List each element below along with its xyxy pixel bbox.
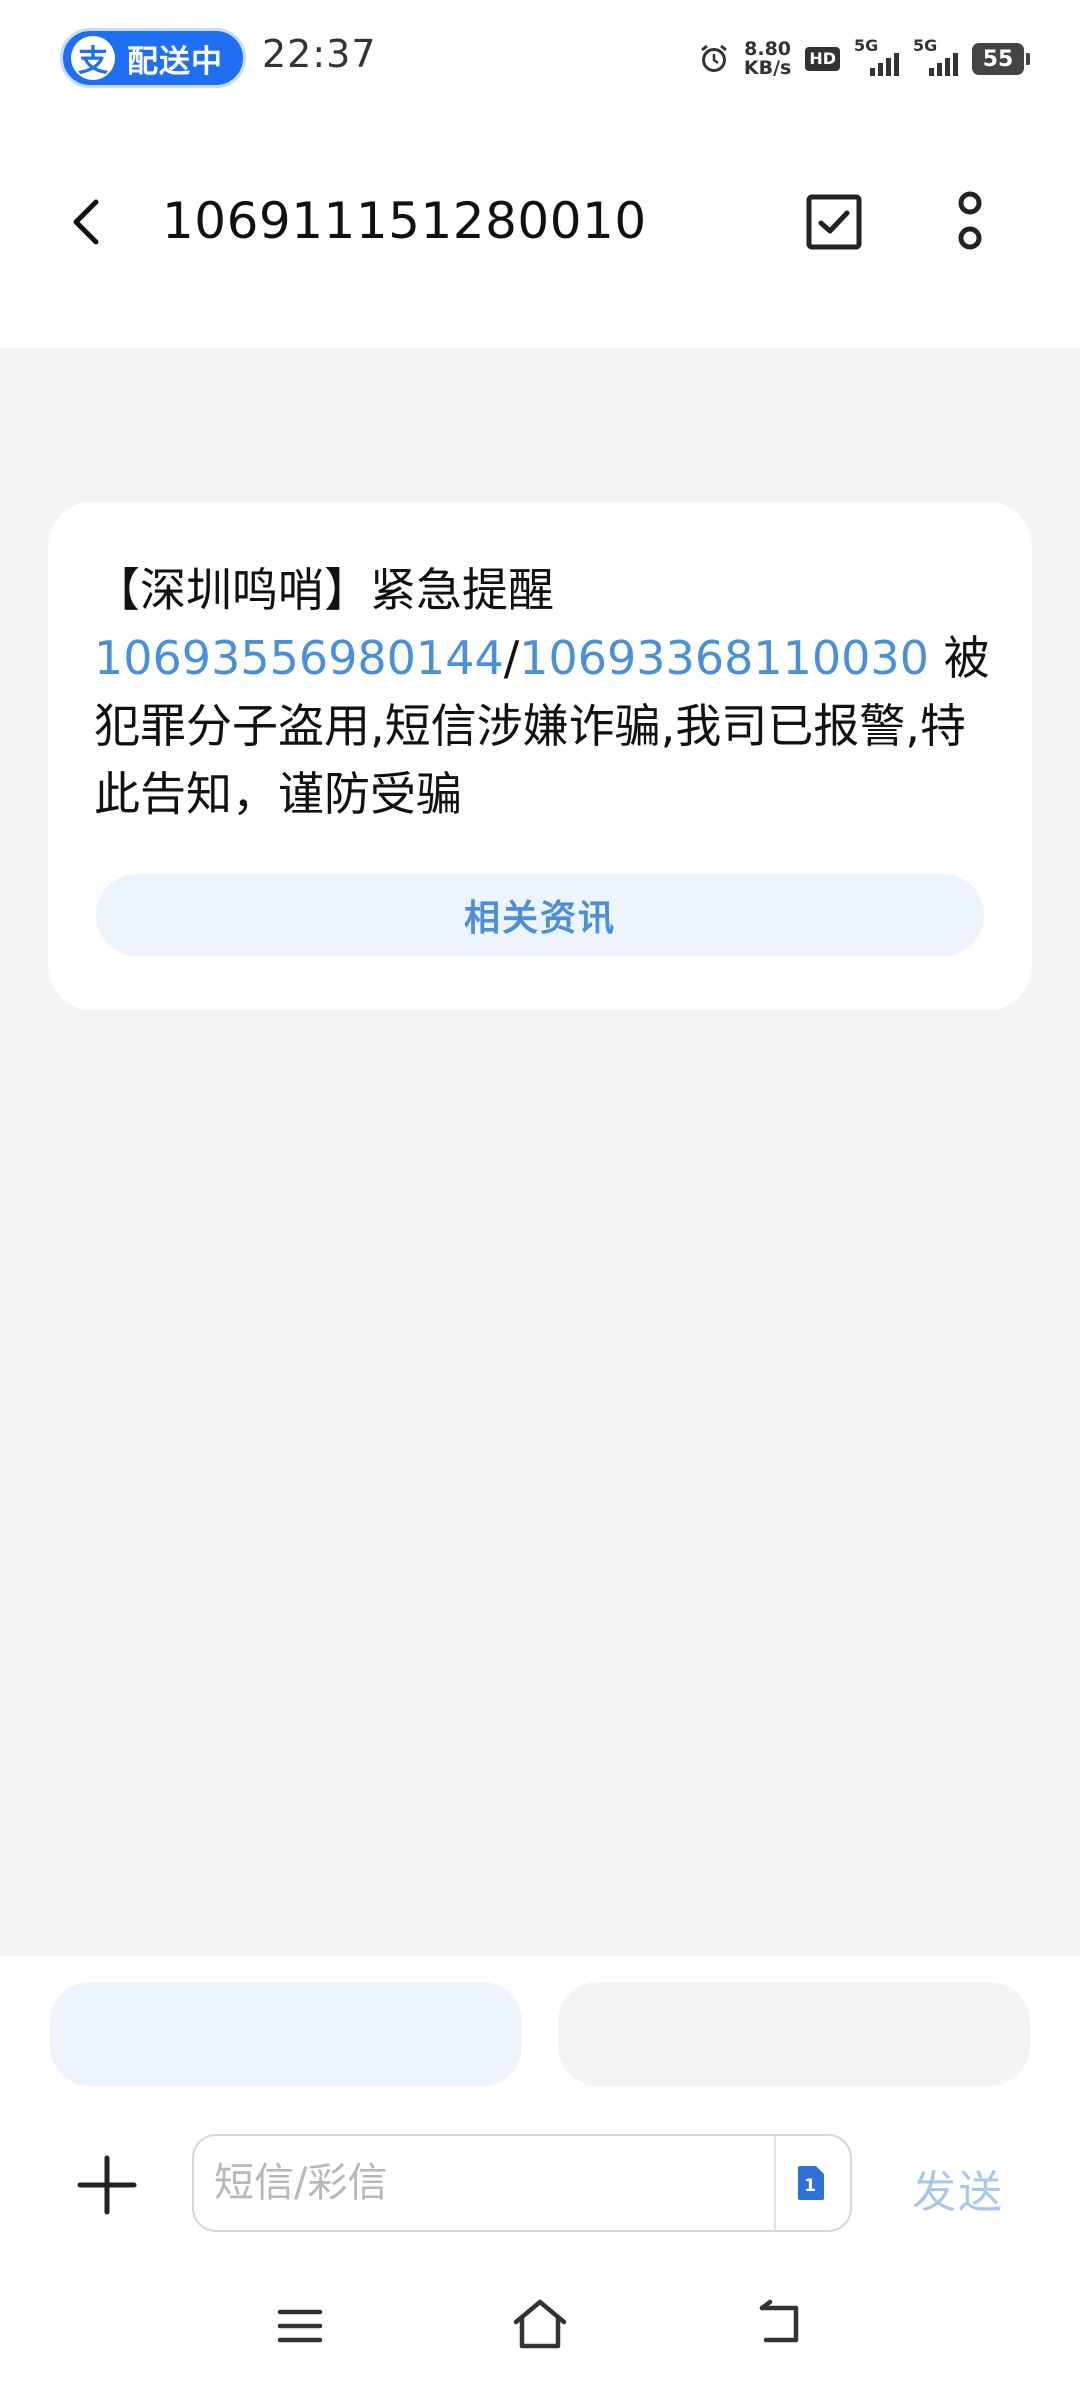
network-type-label: 5G (854, 36, 879, 55)
sim-card-selector[interactable]: 1 (796, 2164, 826, 2202)
more-options-button[interactable] (950, 188, 990, 254)
message-text: 【深圳鸣哨】紧急提醒 10693556980144/10693368110030… (94, 556, 994, 828)
related-info-button[interactable]: 相关资讯 (96, 874, 984, 956)
home-icon (513, 2299, 567, 2349)
chevron-left-icon (73, 199, 99, 245)
phone-number-link[interactable]: 10693368110030 (519, 631, 929, 685)
status-time: 22:37 (262, 32, 377, 76)
sim-slot-number: 1 (804, 2176, 816, 2196)
signal-sim2-icon: 5G (913, 36, 958, 76)
nav-home-button[interactable] (510, 2296, 570, 2352)
send-button[interactable]: 发送 (912, 2156, 1004, 2220)
select-messages-button[interactable] (804, 192, 864, 252)
status-bar: 支 配送中 22:37 8.80 KB/s HD 5G 5G 55 (0, 0, 1080, 116)
quick-reply-chip[interactable] (50, 1982, 522, 2086)
sim-card-icon: 1 (798, 2166, 824, 2200)
network-speed: 8.80 KB/s (744, 40, 791, 78)
battery-icon: 55 (972, 43, 1030, 75)
message-separator: / (503, 631, 520, 685)
plus-icon (77, 2155, 137, 2215)
menu-icon (277, 2309, 323, 2343)
more-vertical-icon (958, 191, 982, 250)
network-speed-unit: KB/s (743, 57, 792, 79)
hd-volte-icon: HD (805, 47, 840, 71)
message-input-box[interactable]: 1 (192, 2134, 852, 2232)
system-icons: 8.80 KB/s HD 5G 5G 55 (698, 34, 1030, 84)
checkbox-icon (806, 194, 862, 250)
alarm-icon (698, 43, 730, 75)
nav-back-button[interactable] (754, 2298, 804, 2348)
alipay-icon: 支 (71, 36, 115, 80)
delivery-status-text: 配送中 (127, 43, 223, 80)
quick-reply-chip[interactable] (558, 1982, 1030, 2086)
conversation-header: 106911151280010 (0, 116, 1080, 348)
message-input[interactable] (214, 2136, 754, 2230)
phone-number-link[interactable]: 10693556980144 (94, 631, 504, 685)
message-prefix: 【深圳鸣哨】紧急提醒 (94, 563, 554, 617)
network-type-label: 5G (913, 36, 938, 55)
delivery-status-pill[interactable]: 支 配送中 (60, 28, 246, 88)
nav-recents-button[interactable] (276, 2306, 324, 2346)
input-divider (774, 2136, 776, 2230)
attach-button[interactable] (76, 2154, 138, 2216)
back-button[interactable] (60, 194, 116, 250)
conversation-title: 106911151280010 (162, 192, 647, 250)
back-arrow-icon (759, 2299, 799, 2343)
composer-area: 1 发送 (0, 1956, 1080, 2388)
message-bubble[interactable]: 【深圳鸣哨】紧急提醒 10693556980144/10693368110030… (48, 502, 1032, 1010)
signal-sim1-icon: 5G (854, 36, 899, 76)
